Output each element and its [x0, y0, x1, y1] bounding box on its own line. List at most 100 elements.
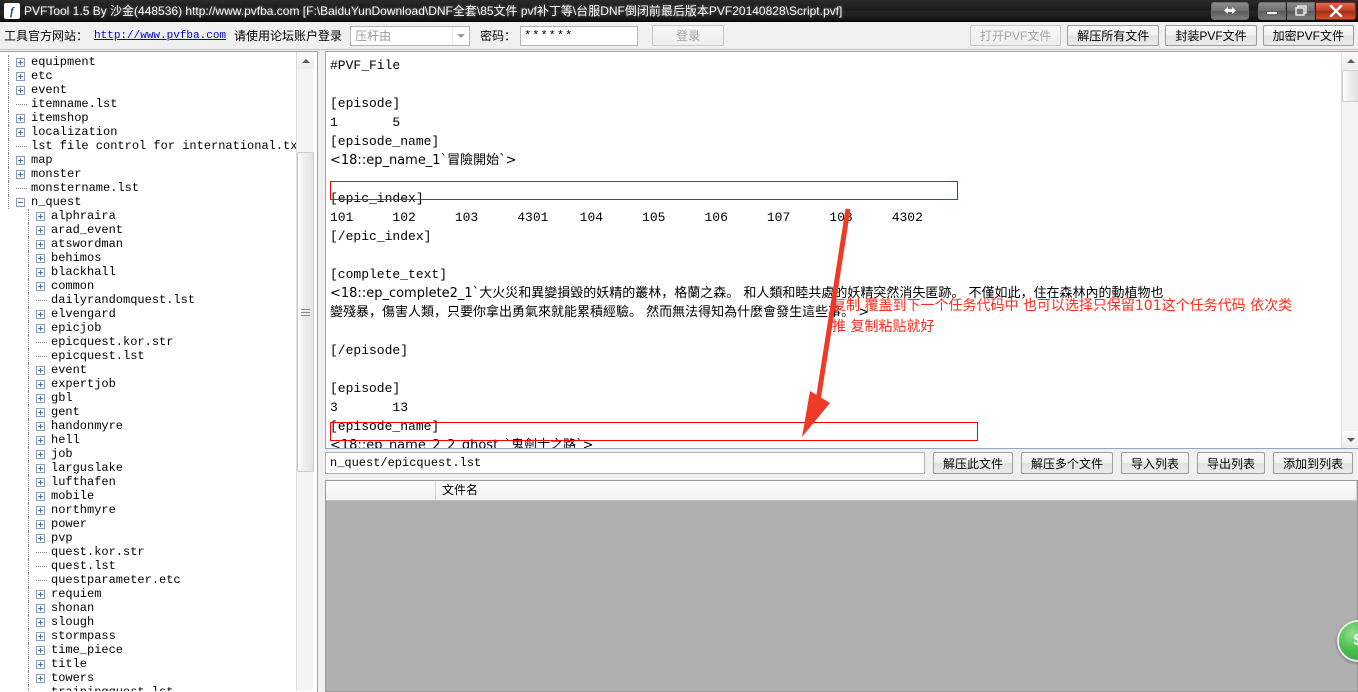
tree-node[interactable]: monster [8, 167, 296, 181]
tree-node[interactable]: blackhall [8, 265, 296, 279]
expand-icon[interactable] [36, 506, 45, 515]
tree-node[interactable]: quest.kor.str [8, 545, 296, 559]
file-list-panel[interactable]: 文件名 [325, 480, 1358, 692]
editor-scrollbar[interactable] [1341, 52, 1358, 448]
expand-icon[interactable] [16, 114, 25, 123]
add-to-list-button[interactable]: 添加到列表 [1273, 452, 1353, 474]
export-list-button[interactable]: 导出列表 [1197, 452, 1265, 474]
tree-node[interactable]: elvengard [8, 307, 296, 321]
tree-node[interactable]: questparameter.etc [8, 573, 296, 587]
expand-icon[interactable] [36, 520, 45, 529]
expand-icon[interactable] [36, 464, 45, 473]
file-tree-scroll-thumb[interactable] [297, 152, 314, 472]
official-site-link[interactable]: http://www.pvfba.com [94, 30, 226, 42]
expand-icon[interactable] [36, 394, 45, 403]
expand-icon[interactable] [36, 324, 45, 333]
tree-node[interactable]: n_quest [8, 195, 296, 209]
expand-icon[interactable] [36, 254, 45, 263]
tree-node[interactable]: title [8, 657, 296, 671]
tree-node[interactable]: larguslake [8, 461, 296, 475]
tree-node[interactable]: behimos [8, 251, 296, 265]
expand-icon[interactable] [36, 492, 45, 501]
tree-node[interactable]: gent [8, 405, 296, 419]
tree-node[interactable]: pvp [8, 531, 296, 545]
expand-icon[interactable] [16, 72, 25, 81]
expand-icon[interactable] [16, 156, 25, 165]
tree-node[interactable]: trainingquest.lst [8, 685, 296, 691]
tree-node[interactable]: handonmyre [8, 419, 296, 433]
tree-node[interactable]: dailyrandomquest.lst [8, 293, 296, 307]
tree-node[interactable]: stormpass [8, 629, 296, 643]
tree-node[interactable]: epicquest.kor.str [8, 335, 296, 349]
tree-node[interactable]: power [8, 517, 296, 531]
expand-icon[interactable] [36, 240, 45, 249]
tree-node[interactable]: epicquest.lst [8, 349, 296, 363]
file-list-column-filename[interactable]: 文件名 [436, 481, 1357, 501]
tree-node[interactable]: lufthafen [8, 475, 296, 489]
expand-icon[interactable] [36, 366, 45, 375]
expand-icon[interactable] [36, 632, 45, 641]
tree-node[interactable]: event [8, 363, 296, 377]
tree-node[interactable]: shonan [8, 601, 296, 615]
pack-pvf-button[interactable]: 封装PVF文件 [1165, 25, 1256, 46]
expand-icon[interactable] [36, 226, 45, 235]
expand-icon[interactable] [36, 450, 45, 459]
tree-node[interactable]: towers [8, 671, 296, 685]
login-button[interactable]: 登录 [652, 25, 724, 46]
expand-icon[interactable] [36, 282, 45, 291]
editor-scroll-thumb[interactable] [1342, 70, 1358, 102]
expand-icon[interactable] [16, 58, 25, 67]
expand-icon[interactable] [36, 268, 45, 277]
expand-icon[interactable] [36, 618, 45, 627]
resize-icon[interactable] [1211, 2, 1249, 20]
expand-icon[interactable] [36, 422, 45, 431]
expand-icon[interactable] [36, 478, 45, 487]
tree-node[interactable]: equipment [8, 55, 296, 69]
tree-node[interactable]: mobile [8, 489, 296, 503]
chevron-down-icon[interactable] [452, 27, 469, 45]
expand-icon[interactable] [36, 604, 45, 613]
expand-icon[interactable] [16, 86, 25, 95]
encrypt-pvf-button[interactable]: 加密PVF文件 [1263, 25, 1354, 46]
minimize-icon[interactable] [1258, 2, 1286, 20]
expand-icon[interactable] [36, 660, 45, 669]
tree-node[interactable]: atswordman [8, 237, 296, 251]
tree-node[interactable]: alphraira [8, 209, 296, 223]
restore-icon[interactable] [1287, 2, 1315, 20]
tree-node[interactable]: itemname.lst [8, 97, 296, 111]
expand-icon[interactable] [36, 436, 45, 445]
expand-icon[interactable] [16, 128, 25, 137]
tree-node[interactable]: hell [8, 433, 296, 447]
tree-node[interactable]: northmyre [8, 503, 296, 517]
expand-icon[interactable] [36, 590, 45, 599]
expand-icon[interactable] [36, 534, 45, 543]
tree-node[interactable]: quest.lst [8, 559, 296, 573]
account-combobox[interactable]: 压杆由 [350, 26, 470, 46]
password-field[interactable]: ****** [520, 26, 638, 46]
extract-this-file-button[interactable]: 解压此文件 [933, 452, 1013, 474]
current-file-path-input[interactable]: n_quest/epicquest.lst [325, 452, 925, 474]
tree-node[interactable]: slough [8, 615, 296, 629]
scroll-up-icon[interactable] [297, 52, 314, 69]
close-icon[interactable] [1316, 2, 1356, 20]
file-tree[interactable]: equipmentetceventitemname.lstitemshoploc… [0, 52, 296, 691]
extract-multiple-files-button[interactable]: 解压多个文件 [1021, 452, 1113, 474]
expand-icon[interactable] [16, 170, 25, 179]
import-list-button[interactable]: 导入列表 [1121, 452, 1189, 474]
tree-node[interactable]: expertjob [8, 377, 296, 391]
tree-node[interactable]: monstername.lst [8, 181, 296, 195]
file-list-column-0[interactable] [326, 481, 436, 501]
tree-node[interactable]: time_piece [8, 643, 296, 657]
tree-node[interactable]: localization [8, 125, 296, 139]
tree-node[interactable]: etc [8, 69, 296, 83]
tree-node[interactable]: epicjob [8, 321, 296, 335]
expand-icon[interactable] [36, 408, 45, 417]
expand-icon[interactable] [36, 212, 45, 221]
tree-node[interactable]: common [8, 279, 296, 293]
expand-icon[interactable] [36, 310, 45, 319]
expand-icon[interactable] [36, 380, 45, 389]
tree-node[interactable]: gbl [8, 391, 296, 405]
editor-scroll-up-icon[interactable] [1342, 52, 1358, 69]
open-pvf-button[interactable]: 打开PVF文件 [970, 25, 1061, 46]
tree-node[interactable]: arad_event [8, 223, 296, 237]
